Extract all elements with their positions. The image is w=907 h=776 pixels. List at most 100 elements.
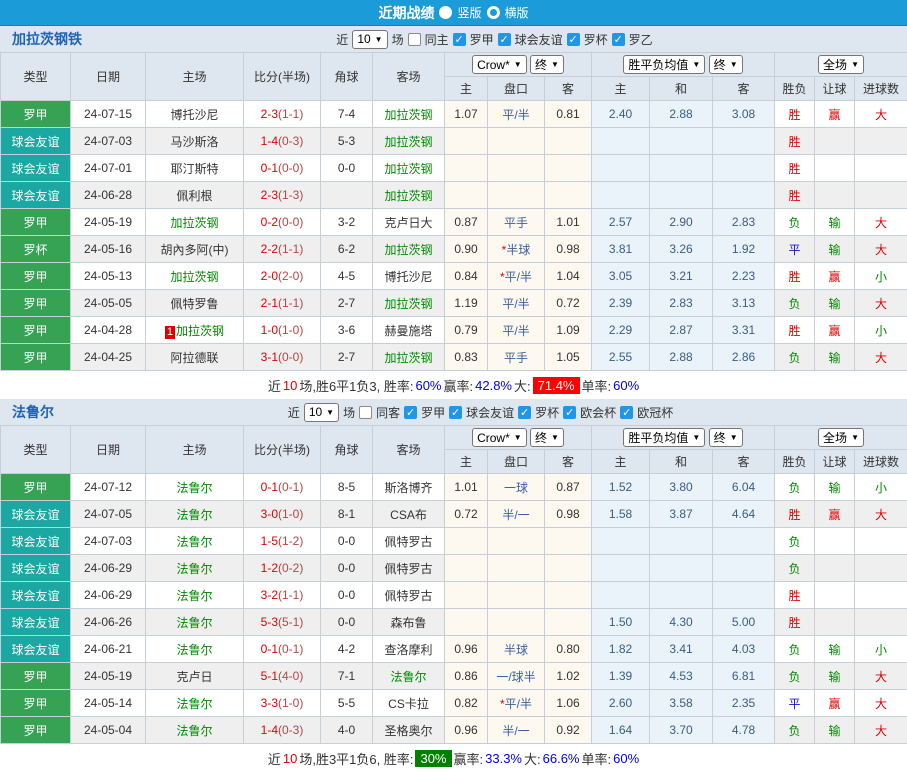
radio-horizontal-label[interactable]: 横版 — [505, 4, 529, 21]
avg-time-select[interactable]: 终▼ — [709, 55, 743, 74]
league-checkbox[interactable]: ✓ — [518, 406, 531, 419]
league-checkbox[interactable]: ✓ — [404, 406, 417, 419]
col-home: 主场 — [146, 426, 244, 474]
avg-home-cell — [592, 528, 650, 555]
radio-horizontal-icon[interactable] — [487, 6, 500, 19]
league-checkbox[interactable]: ✓ — [567, 33, 580, 46]
handicap-value: 一球 — [504, 481, 528, 495]
away-team-name: 赫曼施塔 — [384, 324, 432, 338]
league-checkbox[interactable]: ✓ — [449, 406, 462, 419]
col-home: 主场 — [146, 53, 244, 101]
table-row: 罗甲24-05-04法鲁尔1-4(0-3)4-0圣格奥尔0.96半/一0.921… — [1, 717, 907, 744]
avg-home-cell: 2.55 — [592, 344, 650, 371]
radio-vertical-label[interactable]: 竖版 — [457, 4, 481, 21]
sub-col-odds-home: 主 — [445, 450, 488, 474]
corner-cell: 4-2 — [321, 636, 373, 663]
radio-vertical-icon[interactable] — [439, 6, 452, 19]
handicap-cell: 平手 — [488, 344, 545, 371]
league-checkbox[interactable]: ✓ — [563, 406, 576, 419]
odds-time-select[interactable]: 终▼ — [530, 428, 564, 447]
handicap-result-cell: 输 — [815, 236, 855, 263]
away-team-cell: 加拉茨钢 — [373, 155, 445, 182]
match-type-cell: 球会友谊 — [1, 609, 71, 636]
league-label: 欧会杯 — [580, 404, 616, 421]
recent-count-select[interactable]: 10▼ — [304, 403, 339, 422]
summary-line: 近10场,胜6平1负3, 胜率:60% 赢率:42.8% 大:71.4% 单率:… — [0, 371, 907, 399]
handicap-result-cell — [815, 528, 855, 555]
league-checkbox[interactable]: ✓ — [453, 33, 466, 46]
same-venue-checkbox[interactable] — [408, 33, 421, 46]
recent-count-select[interactable]: 10▼ — [352, 30, 387, 49]
away-team-name: CSA布 — [390, 508, 427, 522]
away-team-name: 博托沙尼 — [384, 270, 432, 284]
avg-home-cell: 1.52 — [592, 474, 650, 501]
avg-type-select[interactable]: 胜平负均值▼ — [623, 55, 705, 74]
avg-type-select[interactable]: 胜平负均值▼ — [623, 428, 705, 447]
scope-select[interactable]: 全场▼ — [818, 428, 864, 447]
date-cell: 24-05-13 — [71, 263, 146, 290]
summary-segment: 单率: — [582, 376, 612, 395]
handicap-result-cell: 赢 — [815, 263, 855, 290]
scope-select[interactable]: 全场▼ — [818, 55, 864, 74]
odds-away-cell: 1.09 — [545, 317, 592, 344]
halftime-score: (0-2) — [278, 561, 303, 575]
sub-col-goals: 进球数 — [855, 450, 907, 474]
handicap-result-cell: 赢 — [815, 501, 855, 528]
corner-cell: 3-2 — [321, 209, 373, 236]
avg-home-cell: 2.40 — [592, 101, 650, 128]
result-cell: 胜 — [775, 128, 815, 155]
sub-col-odds-home: 主 — [445, 77, 488, 101]
avg-time-select[interactable]: 终▼ — [709, 428, 743, 447]
handicap-value: 平手 — [504, 351, 528, 365]
table-row: 球会友谊24-07-03法鲁尔1-5(1-2)0-0佩特罗古负 — [1, 528, 907, 555]
handicap-cell: 平/半 — [488, 290, 545, 317]
avg-draw-cell: 3.26 — [650, 236, 713, 263]
handicap-cell: 一/球半 — [488, 663, 545, 690]
league-checkbox[interactable]: ✓ — [498, 33, 511, 46]
corner-cell: 2-7 — [321, 290, 373, 317]
odds-home-cell: 0.83 — [445, 344, 488, 371]
goals-cell: 大 — [855, 101, 907, 128]
halftime-score: (1-2) — [278, 534, 303, 548]
home-team-name: 法鲁尔 — [176, 562, 212, 576]
league-label: 罗杯 — [535, 404, 559, 421]
result-cell: 负 — [775, 636, 815, 663]
avg-draw-cell: 2.88 — [650, 101, 713, 128]
avg-draw-cell — [650, 555, 713, 582]
goals-cell: 小 — [855, 317, 907, 344]
match-type-cell: 罗甲 — [1, 317, 71, 344]
fulltime-score: 1-0 — [261, 323, 278, 337]
table-row: 球会友谊24-06-29法鲁尔1-2(0-2)0-0佩特罗古负 — [1, 555, 907, 582]
chevron-down-icon: ▼ — [514, 60, 522, 69]
match-type-cell: 罗甲 — [1, 209, 71, 236]
summary-segment: 10 — [283, 751, 297, 766]
odds-home-cell: 0.96 — [445, 717, 488, 744]
odds-source-select[interactable]: Crow*▼ — [472, 55, 527, 74]
result-cell: 负 — [775, 474, 815, 501]
odds-time-select[interactable]: 终▼ — [530, 55, 564, 74]
corner-cell: 3-6 — [321, 317, 373, 344]
home-team-name: 克卢日 — [176, 670, 212, 684]
table-row: 罗甲24-05-13加拉茨钢2-0(2-0)4-5博托沙尼0.84*平/半1.0… — [1, 263, 907, 290]
same-venue-checkbox[interactable] — [359, 406, 372, 419]
chevron-down-icon: ▼ — [730, 60, 738, 69]
halftime-score: (1-1) — [278, 107, 303, 121]
halftime-score: (0-0) — [278, 215, 303, 229]
avg-draw-cell: 3.70 — [650, 717, 713, 744]
goals-cell: 大 — [855, 209, 907, 236]
handicap-cell: *平/半 — [488, 263, 545, 290]
away-team-name: 加拉茨钢 — [384, 162, 432, 176]
away-team-cell: 斯洛博齐 — [373, 474, 445, 501]
odds-away-cell — [545, 528, 592, 555]
handicap-result-cell — [815, 182, 855, 209]
corner-cell: 8-1 — [321, 501, 373, 528]
result-cell: 胜 — [775, 582, 815, 609]
away-team-cell: 查洛摩利 — [373, 636, 445, 663]
summary-segment: 60% — [613, 751, 639, 766]
odds-source-select[interactable]: Crow*▼ — [472, 428, 527, 447]
league-checkbox[interactable]: ✓ — [620, 406, 633, 419]
league-checkbox[interactable]: ✓ — [612, 33, 625, 46]
home-team-name: 加拉茨钢 — [170, 216, 218, 230]
fulltime-score: 1-2 — [261, 561, 278, 575]
fulltime-score: 5-3 — [261, 615, 278, 629]
